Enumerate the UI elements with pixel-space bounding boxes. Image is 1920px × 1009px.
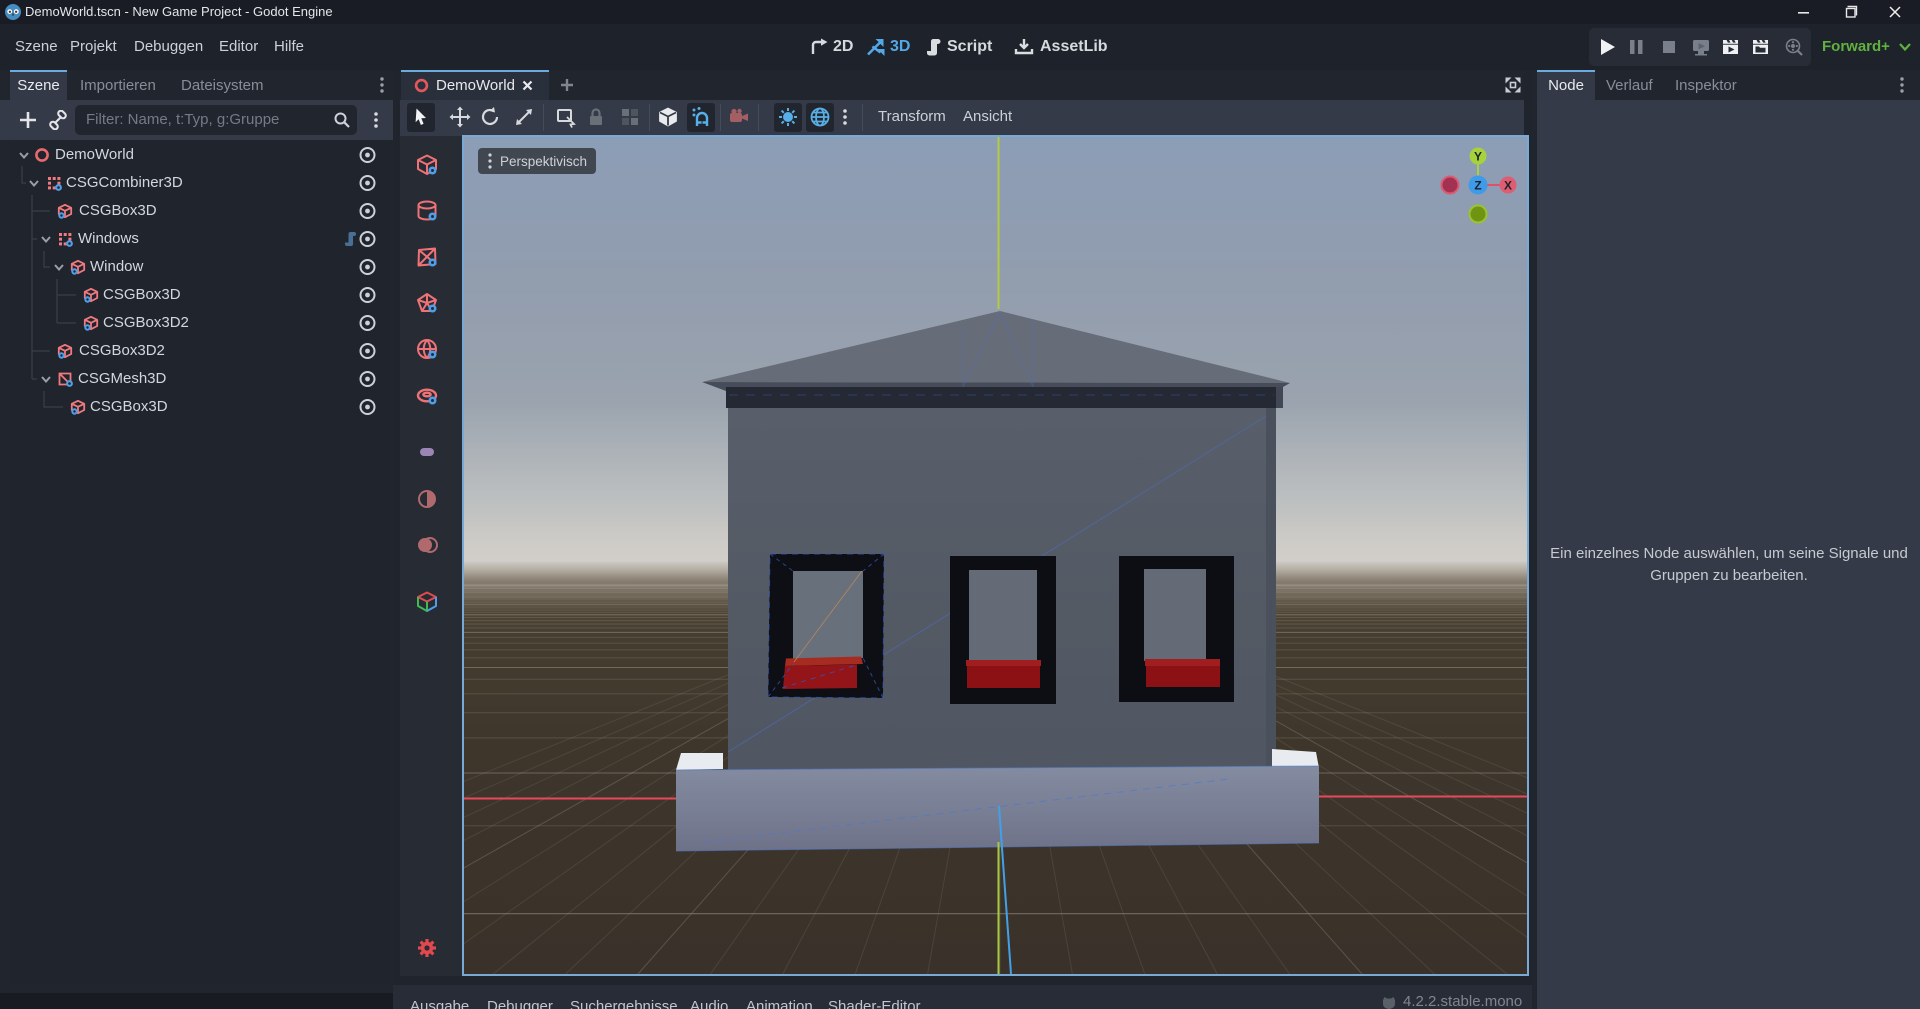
svg-text:Perspektivisch: Perspektivisch [500,154,587,169]
svg-text:Y: Y [1474,150,1482,164]
svg-text:X: X [1504,179,1512,193]
svg-text:Z: Z [1474,179,1481,193]
